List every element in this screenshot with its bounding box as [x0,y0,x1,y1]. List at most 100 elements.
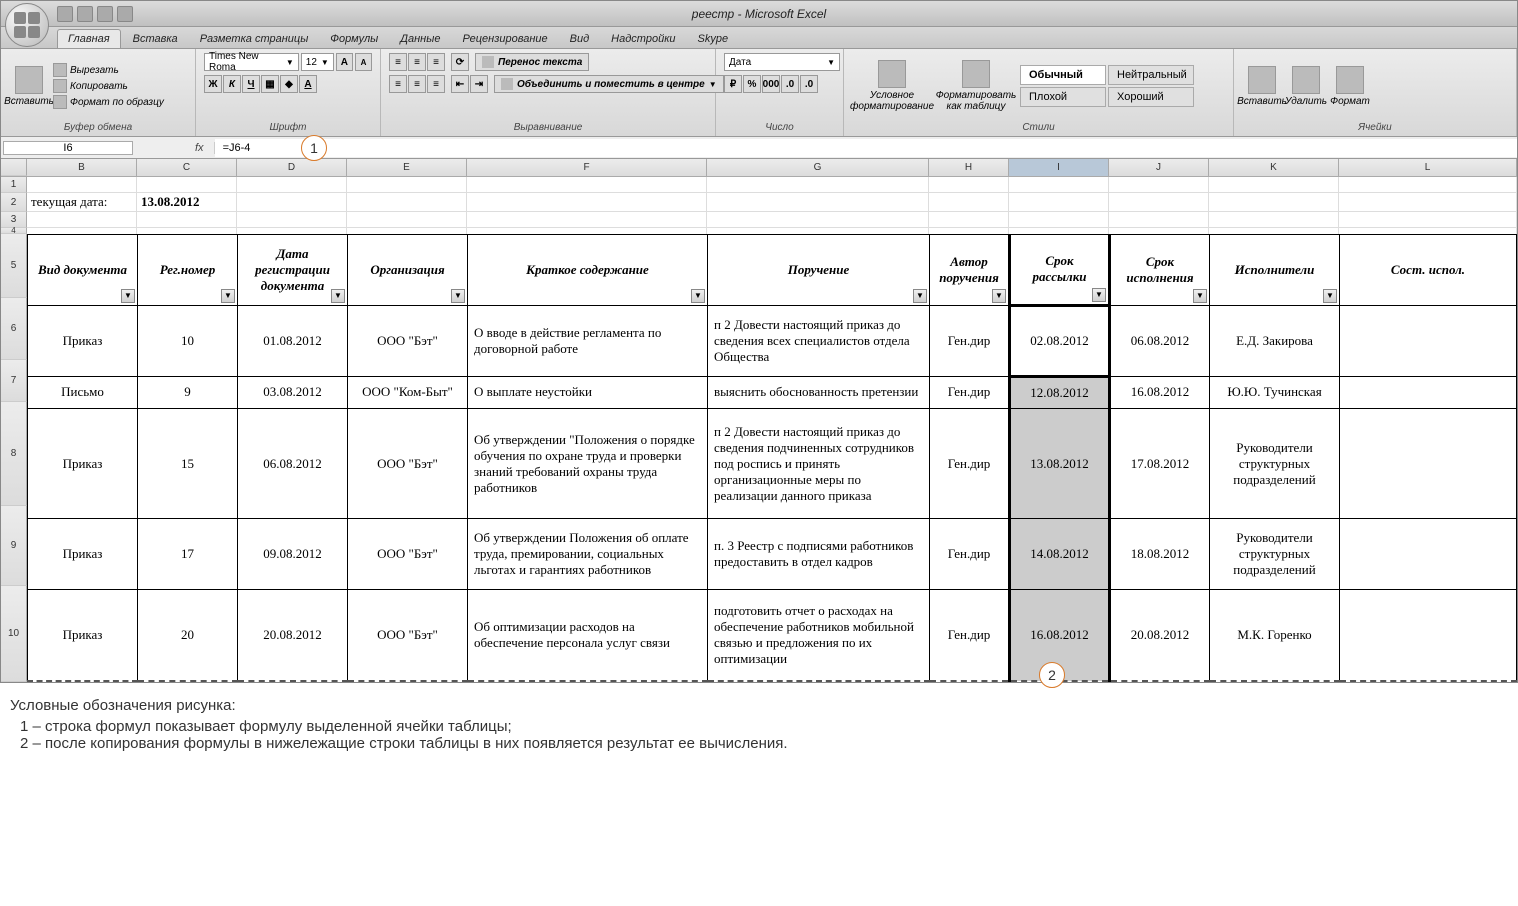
insert-cells-button[interactable]: Вставить [1242,66,1282,107]
bold-button[interactable]: Ж [204,75,222,93]
row-header-1[interactable]: 1 [1,177,27,193]
redo-icon[interactable] [97,6,113,22]
filter-button[interactable]: ▼ [451,289,465,303]
cell-kr[interactable]: О вводе в действие регламента по договор… [468,305,708,376]
row-header-7[interactable]: 7 [1,360,27,402]
col-header-i[interactable]: I [1009,159,1109,176]
formula-input[interactable]: =J6-4 [215,139,1517,157]
tab-review[interactable]: Рецензирование [452,30,557,48]
cell-dreg[interactable]: 01.08.2012 [238,305,348,376]
cell-avt[interactable]: Ген.дир [930,305,1010,376]
current-date-value[interactable]: 13.08.2012 [137,193,237,212]
col-header-f[interactable]: F [467,159,707,176]
row-header-10[interactable]: 10 [1,586,27,682]
cell-org[interactable]: ООО "Бэт" [348,305,468,376]
col-header-c[interactable]: C [137,159,237,176]
shrink-font-button[interactable]: A [355,53,372,71]
row-header-5[interactable]: 5 [1,234,27,298]
filter-button[interactable]: ▼ [992,289,1006,303]
orientation-button[interactable]: ⟳ [451,53,469,71]
tab-formulas[interactable]: Формулы [320,30,388,48]
increase-decimal-button[interactable]: .0 [781,75,799,93]
tab-data[interactable]: Данные [390,30,450,48]
th-vid[interactable]: Вид документа▼ [28,235,138,306]
row-header-8[interactable]: 8 [1,402,27,506]
fill-color-button[interactable]: ◆ [280,75,298,93]
percent-button[interactable]: % [743,75,761,93]
conditional-formatting-button[interactable]: Условное форматирование [852,60,932,112]
filter-button[interactable]: ▼ [221,289,235,303]
row-header-9[interactable]: 9 [1,506,27,586]
paste-button[interactable]: Вставить [9,66,49,107]
col-header-h[interactable]: H [929,159,1009,176]
align-middle-button[interactable]: ≡ [408,53,426,71]
tab-insert[interactable]: Вставка [123,30,188,48]
col-header-l[interactable]: L [1339,159,1517,176]
th-si[interactable]: Срок исполнения▼ [1110,235,1210,306]
align-bottom-button[interactable]: ≡ [427,53,445,71]
delete-cells-button[interactable]: Удалить [1286,66,1326,107]
qat-dropdown-icon[interactable] [117,6,133,22]
th-kr[interactable]: Краткое содержание▼ [468,235,708,306]
format-painter-button[interactable]: Формат по образцу [53,95,164,109]
cell-sr-selected[interactable]: 02.08.2012 [1010,305,1110,376]
th-sr[interactable]: Срок рассылки▼ [1010,235,1110,306]
font-size-select[interactable]: 12▼ [301,53,334,71]
th-status[interactable]: Сост. испол. [1340,235,1517,306]
th-reg[interactable]: Рег.номер▼ [138,235,238,306]
wrap-text-button[interactable]: Перенос текста [475,53,589,71]
cell-vid[interactable]: Приказ [28,305,138,376]
col-header-e[interactable]: E [347,159,467,176]
filter-button[interactable]: ▼ [913,289,927,303]
col-header-d[interactable]: D [237,159,347,176]
th-avt[interactable]: Автор поручения▼ [930,235,1010,306]
filter-button[interactable]: ▼ [1193,289,1207,303]
comma-button[interactable]: 000 [762,75,780,93]
align-top-button[interactable]: ≡ [389,53,407,71]
th-por[interactable]: Поручение▼ [708,235,930,306]
col-header-g[interactable]: G [707,159,929,176]
align-left-button[interactable]: ≡ [389,75,407,93]
col-header-k[interactable]: K [1209,159,1339,176]
tab-view[interactable]: Вид [560,30,600,48]
filter-button[interactable]: ▼ [1323,289,1337,303]
align-center-button[interactable]: ≡ [408,75,426,93]
tab-skype[interactable]: Skype [688,30,739,48]
cell-isp[interactable]: Е.Д. Закирова [1210,305,1340,376]
select-all-corner[interactable] [1,159,27,176]
cell-status[interactable] [1340,305,1517,376]
cell-style-bad[interactable]: Плохой [1020,87,1106,107]
increase-indent-button[interactable]: ⇥ [470,75,488,93]
th-dreg[interactable]: Дата регистрации документа▼ [238,235,348,306]
filter-button[interactable]: ▼ [1092,288,1106,302]
th-org[interactable]: Организация▼ [348,235,468,306]
decrease-decimal-button[interactable]: .0 [800,75,818,93]
th-isp[interactable]: Исполнители▼ [1210,235,1340,306]
format-cells-button[interactable]: Формат [1330,66,1370,107]
cut-button[interactable]: Вырезать [53,63,164,77]
save-icon[interactable] [57,6,73,22]
row-header-2[interactable]: 2 [1,193,27,212]
borders-button[interactable]: ▦ [261,75,279,93]
cell-si[interactable]: 06.08.2012 [1110,305,1210,376]
cell-por[interactable]: п 2 Довести настоящий приказ до сведения… [708,305,930,376]
undo-icon[interactable] [77,6,93,22]
fx-label[interactable]: fx [185,142,215,154]
tab-home[interactable]: Главная [57,29,121,48]
font-name-select[interactable]: Times New Roma▼ [204,53,299,71]
filter-button[interactable]: ▼ [331,289,345,303]
row-header-6[interactable]: 6 [1,298,27,360]
format-as-table-button[interactable]: Форматировать как таблицу [936,60,1016,112]
current-date-label[interactable]: текущая дата: [27,193,137,212]
office-button[interactable] [5,3,49,47]
filter-button[interactable]: ▼ [691,289,705,303]
currency-button[interactable]: ₽ [724,75,742,93]
filter-button[interactable]: ▼ [121,289,135,303]
decrease-indent-button[interactable]: ⇤ [451,75,469,93]
col-header-j[interactable]: J [1109,159,1209,176]
name-box[interactable]: I6 [3,141,133,155]
italic-button[interactable]: К [223,75,241,93]
align-right-button[interactable]: ≡ [427,75,445,93]
tab-page-layout[interactable]: Разметка страницы [190,30,319,48]
cell-style-good[interactable]: Хороший [1108,87,1194,107]
